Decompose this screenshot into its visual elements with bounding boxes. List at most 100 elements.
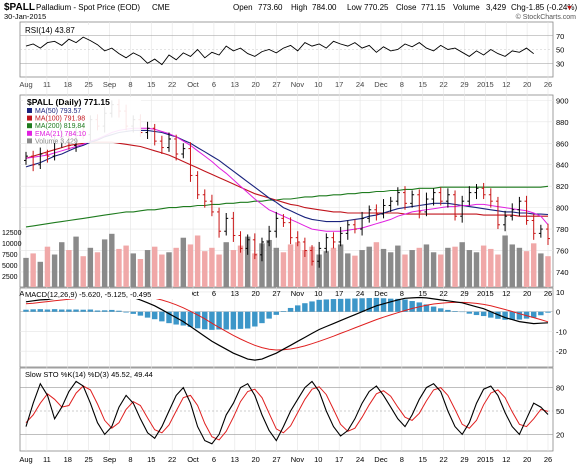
- x-tick-label: 22: [439, 80, 447, 89]
- x-tick-label: 24: [356, 80, 364, 89]
- volume-bar: [417, 248, 422, 287]
- macd-histogram-bar: [538, 312, 543, 316]
- x-tick-label: 24: [356, 289, 364, 298]
- macd-histogram-bar: [452, 311, 457, 312]
- macd-histogram-bar: [145, 312, 150, 318]
- x-tick-label: 25: [84, 455, 92, 464]
- x-tick-label: 8: [400, 455, 404, 464]
- macd-histogram-bar: [152, 312, 157, 320]
- price-y-tick: 820: [556, 182, 569, 191]
- x-tick-label: 15: [147, 80, 155, 89]
- volume-bar: [424, 244, 429, 287]
- volume-bar: [388, 252, 393, 287]
- macd-histogram-bar: [381, 298, 386, 311]
- volume-bar: [23, 258, 28, 287]
- x-tick-label: 29: [460, 80, 468, 89]
- macd-histogram-bar: [159, 312, 164, 322]
- macd-histogram-bar: [66, 310, 71, 312]
- x-tick-label: 8: [400, 289, 404, 298]
- x-tick-label: Nov: [291, 289, 305, 298]
- x-tick-label: Oct: [187, 455, 200, 464]
- rsi-y-tick: 70: [556, 32, 564, 41]
- rsi-y-tick: 30: [556, 59, 564, 68]
- x-tick-label: 6: [212, 80, 216, 89]
- volume-y-tick: 12500: [2, 230, 22, 237]
- macd-histogram-bar: [131, 312, 136, 314]
- volume-y-tick: 10000: [2, 241, 22, 248]
- x-tick-label: 2015: [477, 455, 494, 464]
- volume-bar: [517, 248, 522, 287]
- volume-bar: [109, 234, 114, 287]
- volume-bar: [138, 259, 143, 287]
- x-tick-label: 13: [231, 455, 239, 464]
- volume-bar: [30, 253, 35, 287]
- volume-bar: [367, 247, 372, 287]
- macd-histogram-bar: [238, 312, 243, 329]
- macd-histogram-bar: [438, 308, 443, 311]
- x-tick-label: Dec: [374, 80, 388, 89]
- volume-bar: [295, 242, 300, 287]
- volume-bar: [95, 252, 100, 287]
- macd-histogram-bar: [116, 311, 121, 312]
- macd-histogram-bar: [30, 309, 35, 311]
- volume-y-tick: 2500: [2, 274, 18, 281]
- volume-bar: [524, 251, 529, 287]
- volume-bar: [538, 253, 543, 287]
- volume-bar: [531, 243, 536, 287]
- macd-y-tick: 10: [556, 288, 564, 297]
- x-tick-label: 13: [231, 80, 239, 89]
- close-label: Close: [396, 3, 417, 12]
- volume-bar: [495, 255, 500, 287]
- volume-bar: [502, 235, 507, 287]
- x-tick-label: 2015: [477, 289, 494, 298]
- x-tick-label: 12: [502, 455, 510, 464]
- x-tick-label: 20: [252, 289, 260, 298]
- x-tick-label: 11: [43, 80, 51, 89]
- volume-bar: [45, 247, 50, 287]
- chg-down-icon: ▼: [566, 5, 573, 12]
- volume-bar: [209, 248, 214, 287]
- macd-histogram-bar: [252, 312, 257, 327]
- legend-label: Volume 3,429: [35, 138, 78, 145]
- macd-histogram-bar: [52, 309, 57, 312]
- x-tick-label: Dec: [374, 455, 388, 464]
- stoch-y-tick: 20: [556, 430, 564, 439]
- low-value: 770.25: [364, 3, 389, 12]
- macd-histogram-bar: [224, 312, 229, 330]
- price-y-tick: 740: [556, 268, 569, 277]
- volume-bar: [152, 247, 157, 287]
- price-y-tick: 860: [556, 139, 569, 148]
- legend-swatch: [27, 116, 32, 121]
- volume-bar: [52, 255, 57, 287]
- watermark: © StockCharts.com: [516, 13, 577, 21]
- macd-histogram-bar: [123, 312, 128, 313]
- macd-histogram-bar: [388, 299, 393, 312]
- volume-bar: [224, 242, 229, 287]
- price-legend: $PALL (Daily) 771.15 MA(50) 793.57MA(100…: [23, 97, 141, 145]
- macd-histogram-bar: [245, 312, 250, 329]
- volume-bar: [402, 255, 407, 287]
- volume-bar: [510, 244, 515, 287]
- volume-bar: [545, 256, 550, 287]
- volume-bar: [188, 244, 193, 287]
- macd-histogram-bar: [59, 310, 64, 312]
- chart-date: 30-Jan-2015: [4, 12, 46, 21]
- macd-histogram-bar: [431, 307, 436, 312]
- volume-bar: [431, 252, 436, 287]
- x-tick-label: 17: [335, 455, 343, 464]
- macd-histogram-bar: [288, 308, 293, 312]
- volume-bar: [231, 250, 236, 287]
- x-tick-label: 25: [84, 80, 92, 89]
- x-tick-label: 26: [544, 455, 552, 464]
- volume-bar: [66, 250, 71, 287]
- volume-bar: [38, 262, 43, 287]
- volume-bar: [445, 248, 450, 287]
- x-tick-label: 24: [356, 455, 364, 464]
- x-tick-label: 6: [212, 289, 216, 298]
- exchange-label: CME: [152, 3, 170, 12]
- stock-chart: $PALL Palladium - Spot Price (EOD) CME 3…: [0, 0, 581, 466]
- volume-bar: [381, 249, 386, 287]
- stoch-y-tick: 50: [556, 407, 564, 416]
- macd-panel: [20, 288, 553, 367]
- volume-bar: [288, 244, 293, 287]
